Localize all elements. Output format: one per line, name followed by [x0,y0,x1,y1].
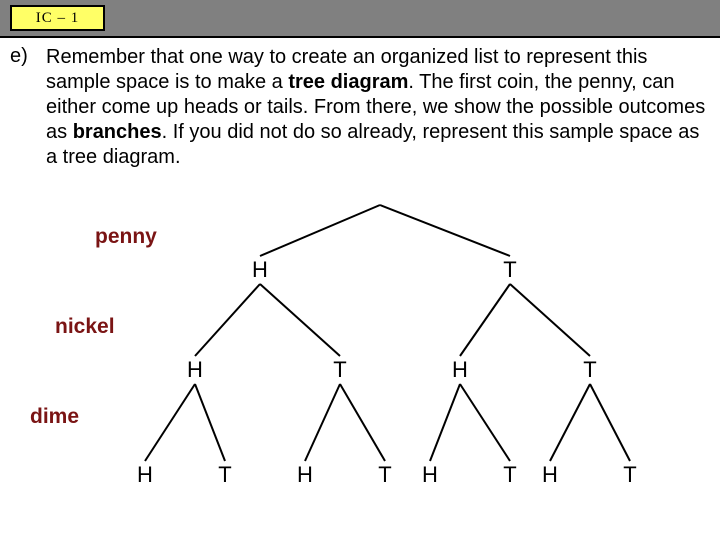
lesson-badge: IC – 1 [10,5,105,31]
divider [0,36,720,38]
tree-node: H [452,357,468,383]
tree-node: H [542,462,558,488]
prompt-text: e) Remember that one way to create an or… [10,44,710,170]
tree-node: H [297,462,313,488]
prompt-label: e) [10,44,38,69]
tree-node: H [137,462,153,488]
top-bar: IC – 1 [0,0,720,36]
tree-node: T [503,462,516,488]
tree-node: H [422,462,438,488]
tree-node: T [623,462,636,488]
tree-node: H [252,257,268,283]
tree-node: T [583,357,596,383]
tree-diagram: penny nickel dime HTHTHTHTHTHTHT [0,195,720,540]
tree-node: T [333,357,346,383]
tree-node: T [503,257,516,283]
tree-edges [0,195,720,540]
term-branches: branches [73,121,162,143]
tree-node: H [187,357,203,383]
term-tree-diagram: tree diagram [288,71,408,93]
tree-node: T [378,462,391,488]
tree-node: T [218,462,231,488]
